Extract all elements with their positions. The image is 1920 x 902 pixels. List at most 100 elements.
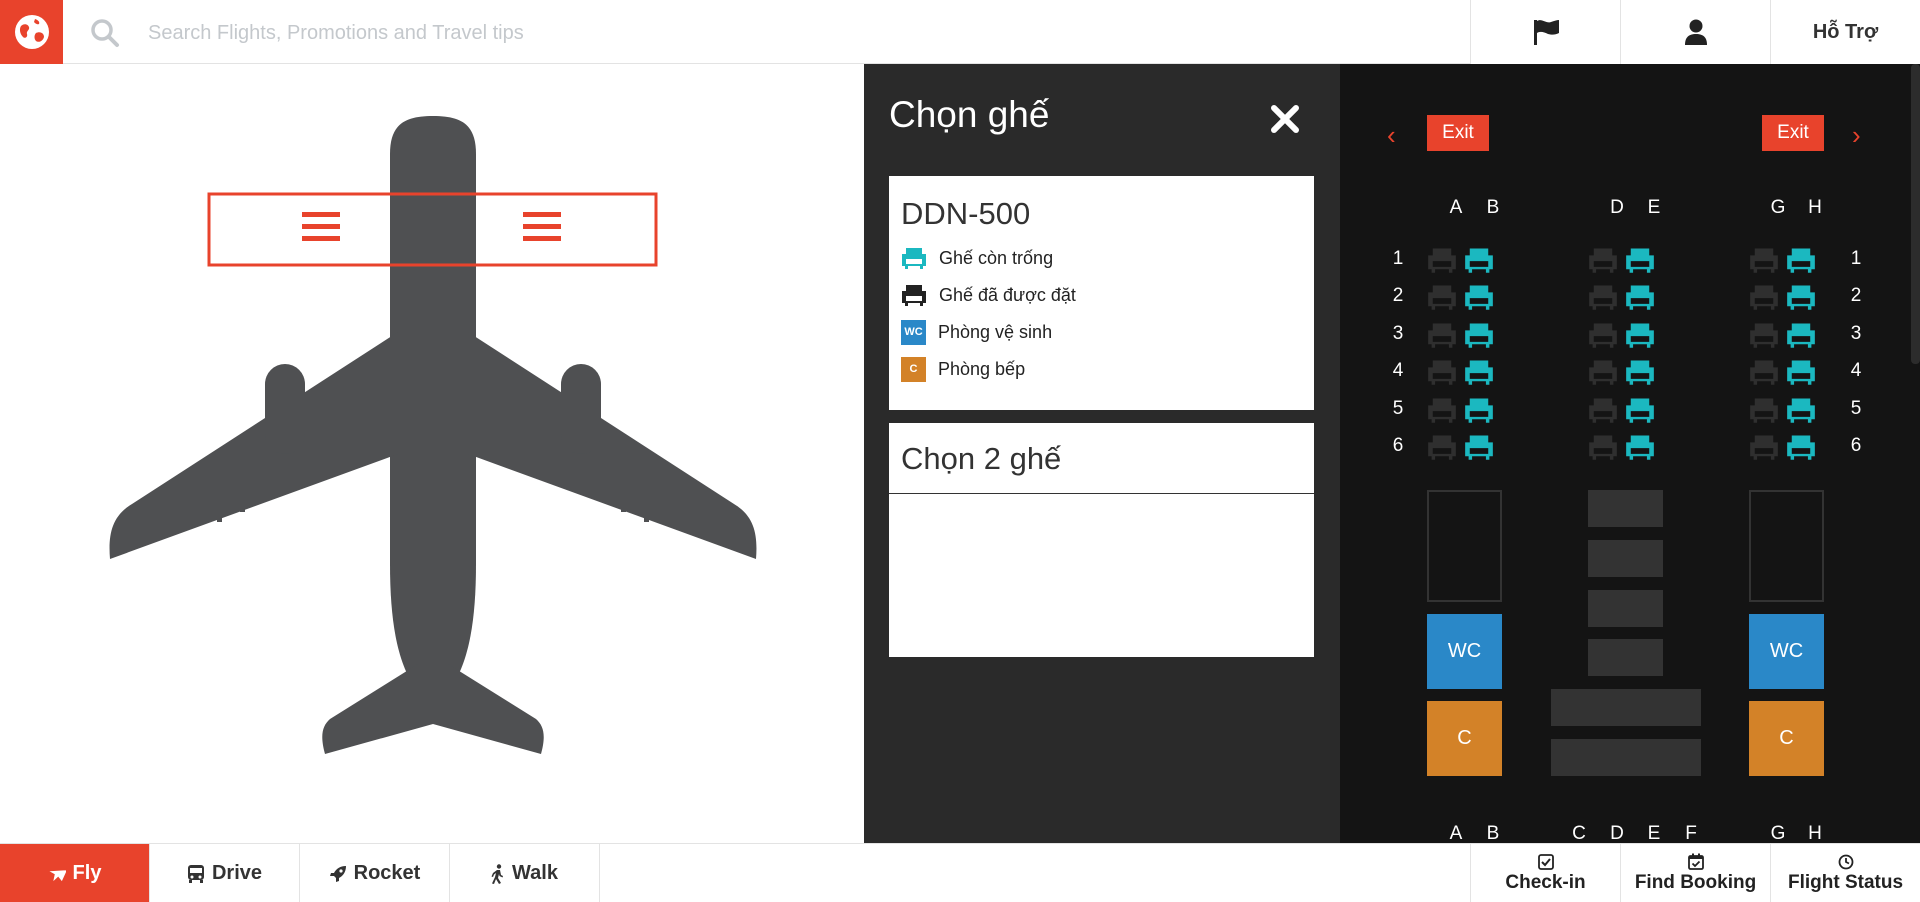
legend-item-available: Ghế còn trống: [901, 244, 1053, 272]
seat-available-icon[interactable]: [1786, 395, 1816, 425]
seat-booked-icon: [901, 282, 927, 308]
action-label: Check-in: [1505, 871, 1586, 893]
column-label: A: [1449, 823, 1463, 844]
mode-rocket-button[interactable]: Rocket: [300, 844, 450, 902]
seat-booked-icon: [1428, 360, 1456, 385]
language-flag-button[interactable]: [1470, 0, 1620, 64]
user-account-button[interactable]: [1620, 0, 1770, 64]
action-label: Flight Status: [1787, 871, 1904, 893]
column-label: H: [1808, 823, 1822, 844]
logo-globe-icon[interactable]: [0, 0, 63, 64]
galley-block: [1551, 689, 1701, 726]
seat-booked-icon: [1750, 285, 1778, 311]
seat-available-icon[interactable]: [1786, 245, 1816, 275]
seat-booked-icon: [1589, 323, 1617, 348]
seat-booked-icon: [1428, 398, 1456, 423]
rocket-icon: [329, 865, 346, 882]
seat-booked-icon: [1589, 398, 1617, 423]
wc-left: WC: [1427, 614, 1502, 689]
empty-area: [1749, 490, 1824, 602]
seat-available-icon[interactable]: [1786, 432, 1816, 462]
column-label: B: [1486, 823, 1500, 844]
row-number: 3: [1392, 322, 1404, 344]
user-icon: [1684, 19, 1707, 45]
plane-overview: [0, 64, 864, 843]
close-icon[interactable]: [1268, 102, 1302, 136]
seat-booked-icon: [1589, 360, 1617, 385]
row-number: 3: [1850, 322, 1862, 344]
help-button[interactable]: Hỗ Trợ: [1770, 0, 1920, 64]
galley-block: [1588, 639, 1663, 676]
column-label: C: [1572, 823, 1586, 844]
action-label: Find Booking: [1634, 872, 1757, 893]
calendar-check-icon: [1687, 853, 1704, 870]
legend-item-wc: WC Phòng vệ sinh: [901, 318, 1052, 346]
seat-available-icon[interactable]: [1625, 357, 1655, 387]
legend-item-booked: Ghế đã được đặt: [901, 281, 1076, 309]
column-label: G: [1770, 823, 1786, 844]
seat-booked-icon: [1750, 323, 1778, 348]
flight-legend-card: DDN-500 Ghế còn trống Ghế đã được đặt WC…: [889, 176, 1314, 410]
bus-icon: [187, 864, 204, 883]
legend-label: Phòng bếp: [938, 358, 1026, 379]
walk-icon: [491, 863, 504, 884]
kitchen-icon: C: [901, 356, 926, 382]
seat-available-icon[interactable]: [1625, 282, 1655, 312]
mode-label: Drive: [211, 862, 263, 884]
mode-walk-button[interactable]: Walk: [450, 844, 600, 902]
mode-fly-button[interactable]: Fly: [0, 844, 150, 902]
seat-booked-icon: [1428, 435, 1456, 460]
empty-area: [1427, 490, 1502, 602]
seat-available-icon[interactable]: [1464, 245, 1494, 275]
row-number: 4: [1392, 360, 1404, 382]
seat-available-icon[interactable]: [1625, 395, 1655, 425]
seat-available-icon[interactable]: [1464, 395, 1494, 425]
kitchen-right: C: [1749, 701, 1824, 776]
clock-icon: [1838, 854, 1853, 869]
row-number: 1: [1392, 248, 1404, 269]
seat-available-icon[interactable]: [1625, 320, 1655, 350]
seatmap-scrollbar[interactable]: [1911, 64, 1920, 364]
seat-booked-icon: [1750, 248, 1778, 273]
row-number: 5: [1850, 397, 1862, 419]
search-input[interactable]: [148, 14, 1448, 52]
row-number: 5: [1392, 397, 1404, 419]
legend-item-kitchen: C Phòng bếp: [901, 355, 1025, 383]
seat-available-icon[interactable]: [1464, 320, 1494, 350]
galley-block: [1588, 490, 1663, 527]
next-section-icon[interactable]: ›: [1852, 120, 1861, 151]
find-booking-button[interactable]: Find Booking: [1620, 844, 1770, 902]
seat-available-icon[interactable]: [1464, 357, 1494, 387]
mode-drive-button[interactable]: Drive: [150, 844, 300, 902]
legend-label: Ghế đã được đặt: [939, 284, 1076, 305]
seat-booked-icon: [1428, 285, 1456, 311]
seat-booked-icon: [1428, 248, 1456, 273]
seat-available-icon[interactable]: [1625, 245, 1655, 275]
seat-available-icon[interactable]: [1786, 357, 1816, 387]
mode-label: Rocket: [353, 862, 421, 884]
seat-available-icon[interactable]: [1786, 320, 1816, 350]
row-number: 6: [1392, 435, 1404, 456]
row-number: 4: [1850, 360, 1862, 382]
row-number: 1: [1850, 248, 1862, 269]
flight-status-button[interactable]: Flight Status: [1770, 844, 1920, 902]
prev-section-icon[interactable]: ‹: [1387, 120, 1396, 151]
search-icon[interactable]: [90, 18, 120, 48]
bottom-bar: Fly Drive Rocket Walk Check-in Find Book…: [0, 843, 1920, 902]
seat-booked-icon: [1589, 248, 1617, 273]
seat-available-icon[interactable]: [1786, 282, 1816, 312]
panel-title: Chọn ghế: [889, 94, 1050, 135]
legend-label: Ghế còn trống: [939, 247, 1054, 268]
seat-booked-icon: [1750, 360, 1778, 385]
seat-available-icon[interactable]: [1464, 432, 1494, 462]
mode-label: Fly: [72, 862, 102, 884]
column-label: A: [1449, 197, 1463, 218]
seat-available-icon[interactable]: [1625, 432, 1655, 462]
row-number: 2: [1850, 285, 1862, 307]
seat-booked-icon: [1589, 435, 1617, 460]
seat-available-icon[interactable]: [1464, 282, 1494, 312]
plane-icon: [49, 869, 66, 881]
check-in-button[interactable]: Check-in: [1470, 844, 1620, 902]
row-number: 2: [1392, 285, 1404, 307]
seat-selection-panel: Chọn ghế DDN-500 Ghế còn trống Ghế đã đư…: [864, 64, 1340, 843]
